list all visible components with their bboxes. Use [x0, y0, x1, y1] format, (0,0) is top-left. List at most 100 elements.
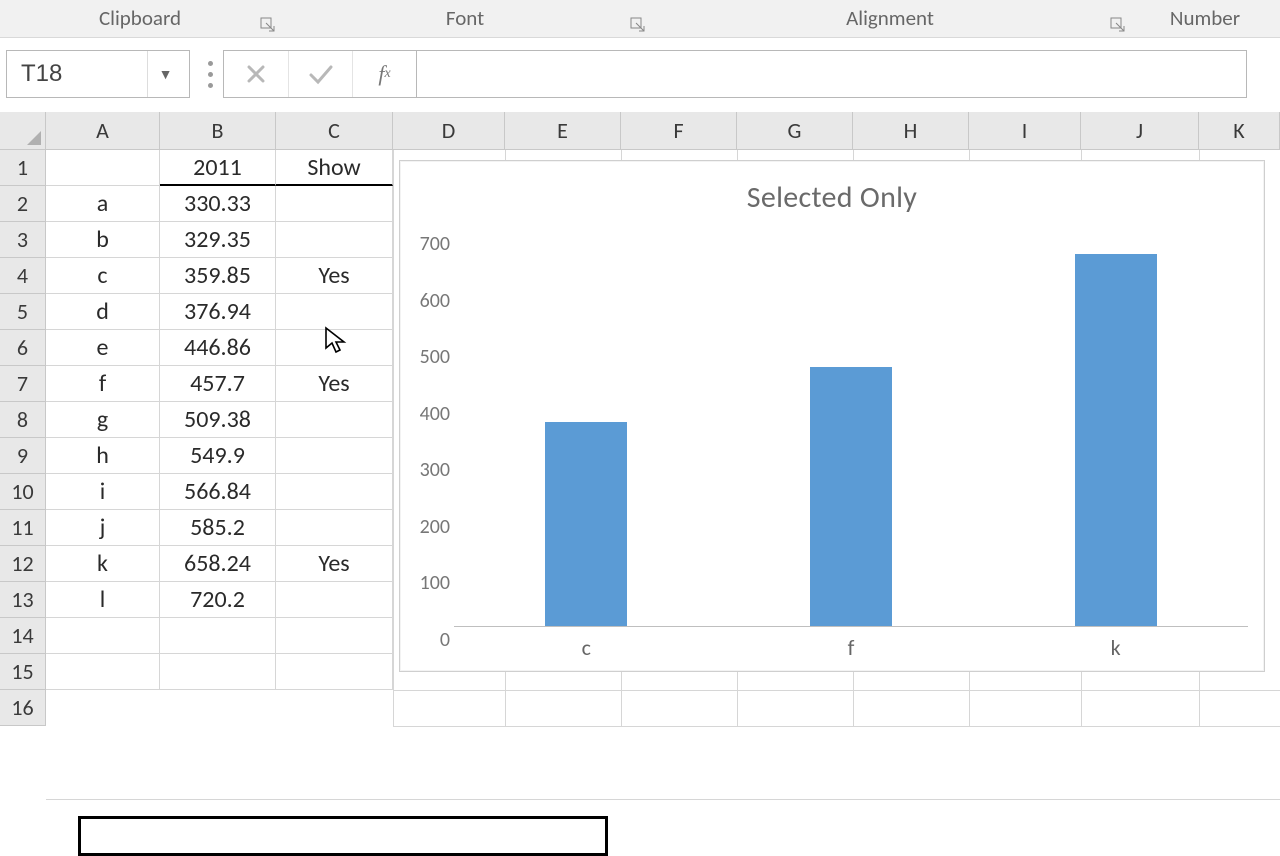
cell[interactable]: 376.94	[160, 294, 276, 330]
cell[interactable]	[276, 222, 393, 258]
cell[interactable]	[160, 654, 276, 690]
cell[interactable]	[276, 294, 393, 330]
cell[interactable]: a	[46, 186, 160, 222]
cell[interactable]: f	[46, 366, 160, 402]
cell[interactable]	[160, 618, 276, 654]
ribbon-group-alignment: Alignment	[650, 0, 1130, 36]
y-tick-label: 200	[410, 515, 450, 539]
column-header-C[interactable]: C	[276, 112, 393, 150]
cell[interactable]: Show	[276, 150, 393, 186]
enter-formula-button[interactable]	[288, 51, 352, 97]
dialog-launcher-icon[interactable]	[260, 17, 276, 33]
bar-k[interactable]	[1075, 254, 1157, 626]
cell[interactable]: e	[46, 330, 160, 366]
embedded-object-frame[interactable]	[78, 816, 608, 856]
cell[interactable]	[46, 150, 160, 186]
row-header-4[interactable]: 4	[0, 258, 46, 294]
cell[interactable]	[276, 654, 393, 690]
cell[interactable]: 658.24	[160, 546, 276, 582]
row-header-13[interactable]: 13	[0, 582, 46, 618]
row-header-8[interactable]: 8	[0, 402, 46, 438]
row-header-5[interactable]: 5	[0, 294, 46, 330]
column-header-F[interactable]: F	[621, 112, 737, 150]
cell[interactable]: j	[46, 510, 160, 546]
cell[interactable]: Yes	[276, 366, 393, 402]
column-header-K[interactable]: K	[1199, 112, 1280, 150]
column-header-I[interactable]: I	[969, 112, 1081, 150]
cell[interactable]	[276, 402, 393, 438]
select-all-button[interactable]	[0, 112, 46, 150]
cell[interactable]	[276, 510, 393, 546]
cell[interactable]: l	[46, 582, 160, 618]
cell[interactable]: 330.33	[160, 186, 276, 222]
column-header-E[interactable]: E	[505, 112, 621, 150]
cell[interactable]	[46, 654, 160, 690]
column-header-H[interactable]: H	[853, 112, 969, 150]
cell[interactable]: 509.38	[160, 402, 276, 438]
cell[interactable]: 585.2	[160, 510, 276, 546]
cell[interactable]: h	[46, 438, 160, 474]
plot-area[interactable]: 0100200300400500600700cfk	[454, 231, 1248, 627]
row-header-9[interactable]: 9	[0, 438, 46, 474]
name-box-input[interactable]	[7, 60, 147, 88]
row-header-2[interactable]: 2	[0, 186, 46, 222]
cell[interactable]	[276, 618, 393, 654]
row-header-15[interactable]: 15	[0, 654, 46, 690]
name-box-dropdown-icon[interactable]: ▼	[147, 51, 183, 97]
cell[interactable]: 457.7	[160, 366, 276, 402]
cell[interactable]: Yes	[276, 258, 393, 294]
chart-title[interactable]: Selected Only	[400, 161, 1264, 216]
row-header-7[interactable]: 7	[0, 366, 46, 402]
name-box[interactable]: ▼	[6, 50, 190, 98]
column-header-A[interactable]: A	[46, 112, 160, 150]
column-header-J[interactable]: J	[1081, 112, 1199, 150]
embedded-chart[interactable]: Selected Only 0100200300400500600700cfk	[399, 160, 1265, 672]
cell[interactable]	[276, 474, 393, 510]
bar-f[interactable]	[810, 367, 892, 626]
row-header-3[interactable]: 3	[0, 222, 46, 258]
cell[interactable]: Yes	[276, 546, 393, 582]
formula-bar-row: ▼ fx	[6, 50, 1247, 98]
cell[interactable]: b	[46, 222, 160, 258]
cell[interactable]: k	[46, 546, 160, 582]
bar-c[interactable]	[545, 422, 627, 626]
formula-bar-buttons: fx	[223, 50, 417, 98]
x-tick-label: f	[810, 634, 892, 661]
row-header-12[interactable]: 12	[0, 546, 46, 582]
cell[interactable]: d	[46, 294, 160, 330]
cell[interactable]	[46, 618, 160, 654]
cell[interactable]	[276, 438, 393, 474]
y-tick-label: 400	[410, 402, 450, 426]
row-header-16[interactable]: 16	[0, 690, 46, 726]
formula-bar-input[interactable]	[417, 51, 1246, 97]
row-header-6[interactable]: 6	[0, 330, 46, 366]
cell[interactable]	[276, 186, 393, 222]
cell[interactable]: 549.9	[160, 438, 276, 474]
row-header-1[interactable]: 1	[0, 150, 46, 186]
cell[interactable]	[276, 330, 393, 366]
column-header-D[interactable]: D	[393, 112, 505, 150]
cell[interactable]	[276, 582, 393, 618]
formula-bar[interactable]	[417, 50, 1247, 98]
dialog-launcher-icon[interactable]	[630, 17, 646, 33]
cell[interactable]: 566.84	[160, 474, 276, 510]
insert-function-button[interactable]: fx	[352, 51, 416, 97]
cell[interactable]: g	[46, 402, 160, 438]
cell[interactable]: 329.35	[160, 222, 276, 258]
grip-dots-icon[interactable]	[208, 61, 213, 88]
column-header-G[interactable]: G	[737, 112, 853, 150]
row-headers: 12345678910111213141516	[0, 150, 46, 726]
column-header-B[interactable]: B	[160, 112, 276, 150]
dialog-launcher-icon[interactable]	[1110, 17, 1126, 33]
row-header-14[interactable]: 14	[0, 618, 46, 654]
row-header-11[interactable]: 11	[0, 510, 46, 546]
cell[interactable]: 2011	[160, 150, 276, 186]
row-header-10[interactable]: 10	[0, 474, 46, 510]
cell[interactable]: 720.2	[160, 582, 276, 618]
cells-area[interactable]: 2011Showa330.33b329.35c359.85Yesd376.94e…	[46, 150, 393, 690]
cell[interactable]: 359.85	[160, 258, 276, 294]
cell[interactable]: i	[46, 474, 160, 510]
cancel-formula-button[interactable]	[224, 51, 288, 97]
cell[interactable]: 446.86	[160, 330, 276, 366]
cell[interactable]: c	[46, 258, 160, 294]
